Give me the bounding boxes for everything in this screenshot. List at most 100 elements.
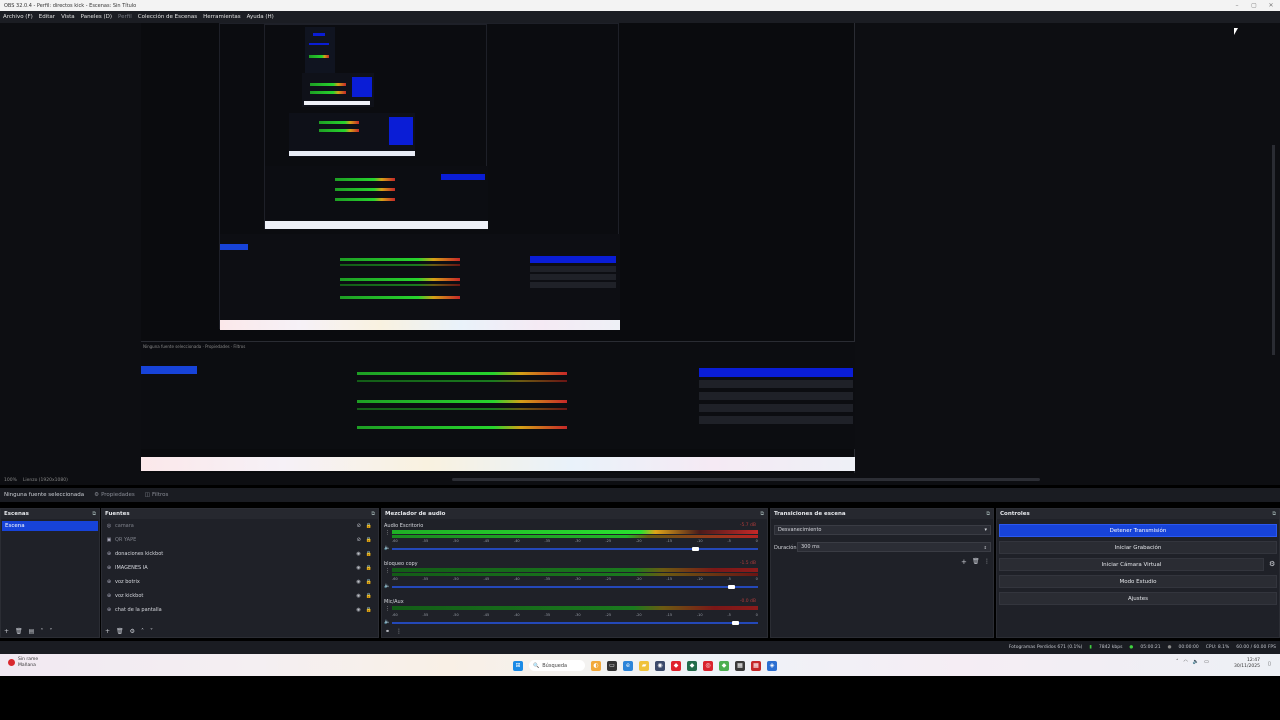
speaker-icon[interactable]: 🔈 (384, 619, 390, 625)
volume-slider-handle[interactable] (728, 585, 735, 589)
lock-icon[interactable]: 🔒 (366, 523, 372, 529)
dock-float-icon[interactable]: ⧉ (1272, 511, 1276, 517)
link-icon[interactable]: ⚭ (385, 628, 390, 635)
add-source-icon[interactable]: + (105, 628, 110, 635)
eye-icon[interactable]: ◉ (356, 607, 360, 613)
menu-paneles[interactable]: Paneles (D) (81, 14, 112, 20)
menu-perfil[interactable]: Perfil (118, 14, 132, 20)
scene-item[interactable]: Escena (2, 521, 98, 531)
lock-icon[interactable]: 🔒 (366, 551, 372, 557)
maximize-button[interactable]: ▢ (1245, 0, 1263, 11)
stop-streaming-button[interactable]: Detener Transmisión (999, 524, 1277, 537)
eye-icon[interactable]: ◉ (356, 579, 360, 585)
speaker-icon[interactable]: 🔈 (384, 583, 390, 589)
clock[interactable]: 12:47 30/11/2025 (1234, 658, 1260, 670)
menu-ayuda[interactable]: Ayuda (H) (247, 14, 274, 20)
menu-vista[interactable]: Vista (61, 14, 75, 20)
visibility-hidden-icon[interactable]: ⊘ (357, 523, 361, 529)
source-item[interactable]: ▣ QR YAPE ⊘ 🔒 (102, 533, 378, 547)
source-item[interactable]: ⊕ chat de la pantalla ◉ 🔒 (102, 603, 378, 617)
remove-transition-icon[interactable]: 🗑 (972, 558, 980, 565)
eye-icon[interactable]: ◉ (356, 565, 360, 571)
lock-icon[interactable]: 🔒 (366, 565, 372, 571)
start-virtual-camera-button[interactable]: Iniciar Cámara Virtual (999, 558, 1264, 571)
canvas-size[interactable]: Lienzo (1920x1080) (23, 478, 68, 483)
menu-editar[interactable]: Editar (39, 14, 55, 20)
remove-source-icon[interactable]: 🗑 (116, 628, 124, 635)
volume-slider[interactable] (392, 586, 758, 588)
volume-slider-handle[interactable] (692, 547, 699, 551)
source-item[interactable]: ◎ camara ⊘ 🔒 (102, 519, 378, 533)
dock-float-icon[interactable]: ⧉ (986, 511, 990, 517)
transition-menu-icon[interactable]: ⋮ (984, 558, 990, 565)
move-down-icon[interactable]: ˅ (150, 628, 153, 635)
remove-scene-icon[interactable]: 🗑 (15, 628, 23, 635)
app-icon-green[interactable]: ◆ (687, 660, 697, 671)
lock-icon[interactable]: 🔒 (366, 537, 372, 543)
volume-slider[interactable] (392, 622, 758, 624)
start-recording-button[interactable]: Iniciar Grabación (999, 541, 1277, 554)
source-properties-icon[interactable]: ⚙ (130, 628, 135, 635)
task-view-icon[interactable]: ▭ (607, 660, 617, 671)
chrome-icon[interactable]: ◎ (703, 660, 713, 671)
lock-icon[interactable]: 🔒 (366, 579, 372, 585)
visibility-hidden-icon[interactable]: ⊘ (357, 537, 361, 543)
network-icon[interactable]: ◠ (1184, 659, 1188, 665)
more-options-icon[interactable]: ⋮ (385, 606, 390, 612)
dock-float-icon[interactable]: ⧉ (92, 511, 96, 517)
volume-icon[interactable]: 🔈 (1193, 659, 1199, 665)
more-options-icon[interactable]: ⋮ (385, 530, 390, 536)
source-item[interactable]: ⊕ voz kickbot ◉ 🔒 (102, 589, 378, 603)
move-up-icon[interactable]: ˄ (40, 628, 43, 635)
notification-icon[interactable]: ▯ (1268, 661, 1271, 667)
volume-slider[interactable] (392, 548, 758, 550)
taskbar-search[interactable]: 🔍 Búsqueda (529, 660, 585, 671)
mixer-menu-icon[interactable]: ⋮ (396, 628, 402, 635)
properties-button[interactable]: ⚙ Propiedades (94, 492, 135, 498)
file-explorer-icon[interactable]: ▰ (639, 660, 649, 671)
widgets-icon[interactable]: ◐ (591, 660, 601, 671)
menu-archivo[interactable]: Archivo (F) (3, 14, 33, 20)
lock-icon[interactable]: 🔒 (366, 607, 372, 613)
dock-float-icon[interactable]: ⧉ (760, 511, 764, 517)
eye-icon[interactable]: ◉ (356, 593, 360, 599)
weather-widget[interactable]: Sin rame Mañana (8, 657, 38, 668)
scene-filters-icon[interactable]: ▤ (29, 628, 35, 635)
source-item[interactable]: ⊕ IMAGENES IA ◉ 🔒 (102, 561, 378, 575)
steam-icon[interactable]: ◈ (767, 660, 777, 671)
app-icon-lightgreen[interactable]: ◆ (719, 660, 729, 671)
settings-button[interactable]: Ajustes (999, 592, 1277, 605)
more-options-icon[interactable]: ⋮ (385, 568, 390, 574)
eye-icon[interactable]: ◉ (356, 551, 360, 557)
duration-input[interactable]: 300 ms ⇕ (797, 542, 991, 552)
close-button[interactable]: ✕ (1262, 0, 1280, 11)
lock-icon[interactable]: 🔒 (366, 593, 372, 599)
virtual-camera-settings-icon[interactable]: ⚙ (1269, 560, 1275, 568)
app-icon-grid[interactable]: ▦ (751, 660, 761, 671)
app-icon-red[interactable]: ◆ (671, 660, 681, 671)
menu-coleccion-escenas[interactable]: Colección de Escenas (138, 14, 197, 20)
battery-icon[interactable]: ▭ (1204, 659, 1209, 665)
filters-button[interactable]: ◫ Filtros (145, 492, 169, 498)
volume-slider-handle[interactable] (732, 621, 739, 625)
windows-start-icon[interactable]: ⊞ (513, 660, 523, 671)
menu-herramientas[interactable]: Herramientas (203, 14, 240, 20)
app-icon-dark[interactable]: ▦ (735, 660, 745, 671)
minimize-button[interactable]: – (1228, 0, 1246, 11)
move-down-icon[interactable]: ˅ (49, 628, 52, 635)
chevron-up-icon[interactable]: ˄ (1176, 659, 1179, 665)
zoom-level[interactable]: 100% (4, 478, 17, 483)
studio-mode-button[interactable]: Modo Estudio (999, 575, 1277, 588)
move-up-icon[interactable]: ˄ (141, 628, 144, 635)
preview-canvas[interactable]: Ninguna fuente seleccionada · Propiedade… (141, 23, 855, 473)
edge-icon[interactable]: e (623, 660, 633, 671)
source-item[interactable]: ⊕ donaciones kickbot ◉ 🔒 (102, 547, 378, 561)
source-item[interactable]: ⊕ voz botrix ◉ 🔒 (102, 575, 378, 589)
speaker-icon[interactable]: 🔈 (384, 545, 390, 551)
spinner-icon[interactable]: ⇕ (984, 545, 987, 550)
transition-type-select[interactable]: Desvanecimiento ▾ (774, 525, 991, 535)
preview-horizontal-scrollbar[interactable] (452, 478, 1040, 481)
obs-taskbar-icon[interactable]: ◉ (655, 660, 665, 671)
add-transition-icon[interactable]: + (961, 558, 967, 566)
add-scene-icon[interactable]: + (4, 628, 9, 635)
